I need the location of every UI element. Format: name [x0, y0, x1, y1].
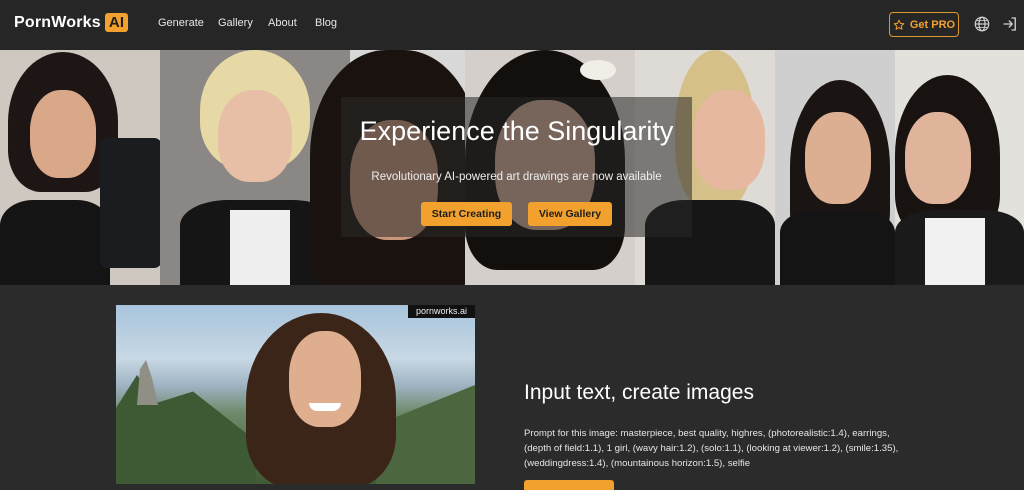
hero-image-panel — [895, 50, 1024, 285]
hero-image-panel — [0, 50, 162, 285]
logo-text: PornWorks — [14, 13, 101, 31]
feature-button[interactable] — [524, 480, 614, 490]
hero-title: Experience the Singularity — [359, 116, 674, 146]
nav-about-link[interactable]: About — [268, 17, 297, 29]
nav-gallery-link[interactable]: Gallery — [218, 17, 253, 29]
globe-icon[interactable] — [973, 15, 991, 33]
logo-ai-badge: AI — [104, 13, 129, 32]
nav-blog-link[interactable]: Blog — [315, 17, 337, 29]
star-icon — [893, 19, 905, 30]
prompt-text: Prompt for this image: masterpiece, best… — [524, 428, 899, 469]
sample-image: pornworks.ai — [116, 305, 475, 484]
hero-banner: Experience the Singularity Revolutionary… — [0, 50, 1024, 285]
watermark-label: pornworks.ai — [407, 305, 475, 318]
hero-image-panel — [775, 50, 895, 285]
feature-title: Input text, create images — [524, 381, 754, 404]
start-creating-button[interactable]: Start Creating — [421, 202, 512, 226]
top-navbar: PornWorks AI Generate Gallery About Blog… — [0, 0, 1024, 50]
get-pro-button[interactable]: Get PRO — [889, 12, 959, 37]
login-icon[interactable] — [1001, 15, 1019, 33]
site-logo[interactable]: PornWorks AI — [14, 13, 129, 32]
view-gallery-button[interactable]: View Gallery — [528, 202, 612, 226]
get-pro-label: Get PRO — [909, 18, 956, 31]
nav-generate-link[interactable]: Generate — [158, 17, 204, 29]
hero-subtitle: Revolutionary AI-powered art drawings ar… — [371, 171, 662, 183]
feature-section: pornworks.ai Input text, create images P… — [0, 285, 1024, 490]
